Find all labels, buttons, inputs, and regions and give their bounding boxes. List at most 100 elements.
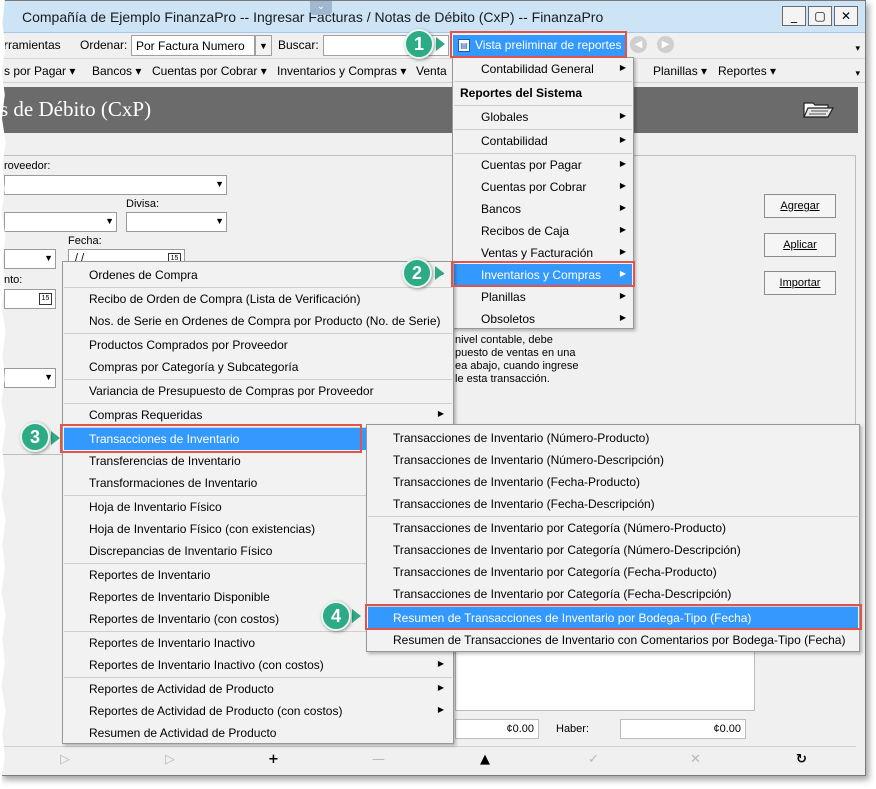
inventory-menu-item[interactable]: Compras Requeridas ▶ (64, 404, 452, 426)
divisa-select[interactable]: ▼ (126, 212, 227, 232)
callout-highlight-3 (60, 424, 362, 453)
transactions-menu-item[interactable]: Transacciones de Inventario (Fecha-Produ… (368, 471, 858, 493)
info-note-line: ea abajo, cuando ingrese (455, 360, 579, 372)
menu-item-label: Transacciones de Inventario por Categorí… (393, 587, 732, 601)
delete-record-icon[interactable]: — (372, 752, 385, 767)
toolbar-overflow-icon[interactable]: ▾ (855, 43, 860, 54)
reports-menu-item[interactable]: Contabilidad General ▶ (454, 58, 632, 80)
menu-bar: s por Pagar ▾ Bancos ▾ Cuentas por Cobra… (0, 59, 865, 83)
period-select[interactable]: ▼ (4, 249, 56, 269)
reports-menu-item[interactable]: Planillas ▶ (454, 286, 632, 308)
menu-item-label: Transacciones de Inventario por Categorí… (393, 543, 741, 557)
divisa-label: Divisa: (126, 198, 160, 210)
menu-item-label: Reportes de Actividad de Producto (89, 682, 274, 696)
inventory-menu-item[interactable]: Reportes de Actividad de Producto (con c… (64, 700, 452, 722)
info-note-line: le esta transacción. (455, 373, 550, 385)
menu-item-label: Discrepancias de Inventario Físico (89, 544, 273, 558)
close-button[interactable]: ✕ (834, 6, 858, 26)
refresh-icon[interactable]: ↻ (796, 752, 807, 767)
transactions-menu-item[interactable]: Transacciones de Inventario por Categorí… (368, 561, 858, 583)
transactions-menu-item[interactable]: Transacciones de Inventario por Categorí… (368, 517, 858, 539)
haber-label: Haber: (556, 723, 590, 735)
first-record-icon[interactable]: ▷ (60, 752, 70, 767)
titlebar-handle-icon[interactable]: ⌄ (310, 1, 332, 15)
inventory-menu-item[interactable]: Compras por Categoría y Subcategoría (64, 356, 452, 378)
transactions-menu-item[interactable]: Transacciones de Inventario (Fecha-Descr… (368, 493, 858, 515)
transactions-menu-item[interactable]: Transacciones de Inventario por Categorí… (368, 539, 858, 561)
comments-area[interactable] (455, 651, 755, 711)
menu-item-label: Transacciones de Inventario (Número-Desc… (393, 453, 664, 467)
account-select[interactable]: ▼ (4, 368, 56, 388)
submenu-arrow-icon: ▶ (619, 225, 626, 234)
menu-ventas[interactable]: Venta (416, 64, 447, 78)
chevron-down-icon: ▼ (44, 372, 53, 382)
proveedor-select[interactable]: ▼ (4, 175, 227, 195)
document-type-select[interactable]: ▼ (4, 212, 117, 232)
menu-bancos[interactable]: Bancos ▾ (92, 64, 141, 78)
save-record-icon[interactable]: ✓ (588, 752, 599, 767)
menu-item-label: Transacciones de Inventario (Fecha-Descr… (393, 497, 655, 511)
add-record-icon[interactable]: + (268, 752, 279, 767)
menu-item-label: Globales (481, 110, 529, 124)
info-note: nivel contable, debe puesto de ventas en… (455, 334, 595, 386)
transactions-menu-item[interactable]: Transacciones de Inventario (Número-Prod… (368, 427, 858, 449)
open-folder-icon[interactable] (802, 97, 834, 121)
cancel-edit-icon[interactable]: ✕ (690, 752, 701, 767)
transactions-menu-item[interactable]: Transacciones de Inventario por Categorí… (368, 583, 858, 605)
menu-inventarios-y-compras[interactable]: Inventarios y Compras ▾ (277, 64, 406, 78)
menu-cuentas-por-pagar[interactable]: s por Pagar ▾ (4, 64, 75, 78)
inventory-menu-item[interactable]: Resumen de Actividad de Producto (64, 722, 452, 744)
inventory-menu-item[interactable]: Ordenes de Compra ▶ (64, 264, 452, 286)
edit-record-icon[interactable]: ▲ (480, 752, 490, 767)
reports-menu-item[interactable]: Cuentas por Cobrar ▶ (454, 176, 632, 198)
inventory-menu-item[interactable]: Variancia de Presupuesto de Compras por … (64, 380, 452, 402)
order-label: Ordenar: (80, 38, 128, 52)
transactions-menu-item[interactable]: Transacciones de Inventario (Número-Desc… (368, 449, 858, 471)
menubar-overflow-icon[interactable]: ▾ (855, 68, 860, 79)
menu-item-label: Reportes de Inventario (con costos) (89, 612, 280, 626)
maximize-button[interactable]: ▢ (808, 6, 832, 26)
back-nav-icon[interactable]: ◀ (630, 36, 647, 53)
minimize-button[interactable]: _ (782, 6, 806, 26)
debe-total: ¢0.00 (455, 719, 539, 739)
menu-reportes[interactable]: Reportes ▾ (718, 64, 776, 78)
callout-pointer-4 (352, 609, 361, 623)
reports-menu-item[interactable]: Contabilidad ▶ (454, 130, 632, 152)
menu-item-label: Hoja de Inventario Físico (89, 500, 222, 514)
inventory-menu-item[interactable]: Reportes de Actividad de Producto ▶ (64, 678, 452, 700)
form-header: s de Débito (CxP) (0, 87, 858, 133)
menu-item-label: Compras por Categoría y Subcategoría (89, 360, 299, 374)
reports-menu-item[interactable]: Globales ▶ (454, 106, 632, 128)
tools-menu[interactable]: rramientas (4, 38, 61, 52)
last-record-icon[interactable]: ▷ (165, 752, 175, 767)
inventory-menu-item[interactable]: Reportes de Inventario Inactivo (con cos… (64, 654, 452, 676)
inventory-menu-item[interactable]: Productos Comprados por Proveedor (64, 334, 452, 356)
transactions-menu-item[interactable]: Resumen de Transacciones de Inventario c… (368, 629, 858, 651)
calendar-icon[interactable]: 15 (39, 293, 52, 305)
title-bar[interactable]: Compañía de Ejemplo FinanzaPro -- Ingres… (0, 1, 865, 33)
search-label: Buscar: (278, 38, 319, 52)
order-dropdown-button[interactable]: ▼ (255, 35, 272, 56)
menu-cuentas-por-cobrar[interactable]: Cuentas por Cobrar ▾ (152, 64, 267, 78)
menu-planillas[interactable]: Planillas ▾ (653, 64, 707, 78)
importar-button[interactable]: Importar (764, 271, 836, 295)
menu-item-label: Productos Comprados por Proveedor (89, 338, 288, 352)
menu-item-label: Hoja de Inventario Físico (con existenci… (89, 522, 316, 536)
vencimiento-input[interactable]: 15 (4, 289, 56, 309)
menu-item-label: Recibo de Orden de Compra (Lista de Veri… (89, 292, 361, 306)
reports-menu-item[interactable]: Recibos de Caja ▶ (454, 220, 632, 242)
agregar-button[interactable]: Agregar (764, 194, 836, 218)
order-select[interactable]: Por Factura Numero (131, 35, 255, 56)
reports-menu-item[interactable]: Cuentas por Pagar ▶ (454, 154, 632, 176)
reports-menu-item[interactable]: Obsoletos ▶ (454, 308, 632, 330)
inventory-menu-item[interactable]: Recibo de Orden de Compra (Lista de Veri… (64, 288, 452, 310)
forward-nav-icon[interactable]: ▶ (657, 36, 674, 53)
menu-item-label: Contabilidad (481, 134, 548, 148)
reports-menu-item[interactable]: Bancos ▶ (454, 198, 632, 220)
menu-item-label: Obsoletos (481, 312, 536, 326)
menu-item-label: Ventas y Facturación (481, 246, 594, 260)
inventory-menu-item[interactable]: Nos. de Serie en Ordenes de Compra por P… (64, 310, 452, 332)
aplicar-button[interactable]: Aplicar (764, 233, 836, 257)
menu-item-label: Cuentas por Pagar (481, 158, 582, 172)
menu-item-label: Nos. de Serie en Ordenes de Compra por P… (89, 314, 441, 328)
